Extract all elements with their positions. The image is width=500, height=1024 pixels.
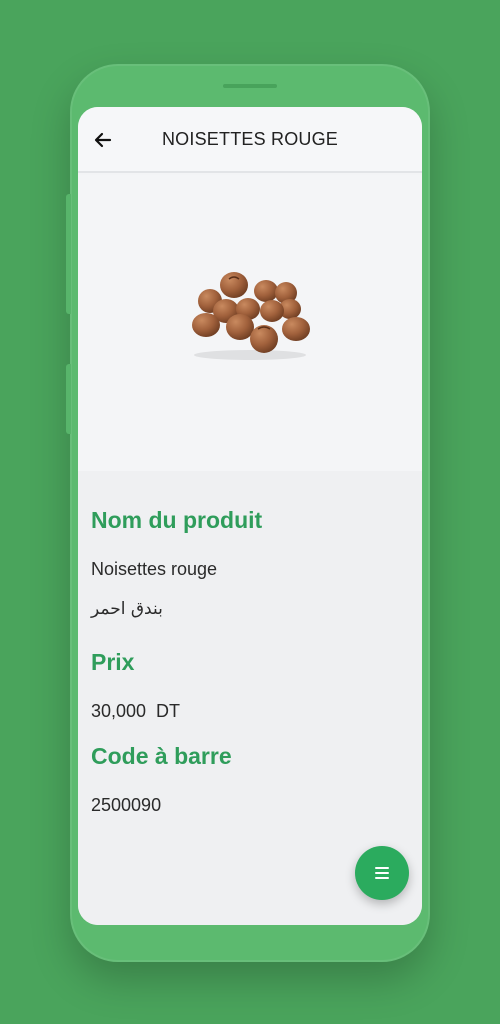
barcode-label: Code à barre — [91, 743, 232, 769]
product-name-ar: بندق احمر — [91, 599, 163, 619]
menu-icon — [375, 867, 389, 879]
phone-speaker — [223, 84, 277, 88]
price-label: Prix — [91, 649, 135, 675]
phone-frame: NOISETTES ROUGE Nom du produit Noisettes… — [66, 64, 430, 962]
app-screen: NOISETTES ROUGE Nom du produit Noisettes… — [78, 107, 422, 925]
back-button[interactable] — [90, 127, 116, 153]
hazelnuts-image — [192, 272, 310, 360]
menu-fab-button[interactable] — [355, 846, 409, 900]
product-name-fr: Noisettes rouge — [91, 559, 218, 579]
arrow-left-icon — [94, 132, 112, 148]
phone-side-button — [66, 194, 71, 314]
product-image-area — [78, 175, 422, 471]
price-value: 30,000 DT — [91, 701, 181, 721]
product-name-label: Nom du produit — [91, 507, 263, 533]
app-bar: NOISETTES ROUGE — [78, 107, 422, 173]
page-title: NOISETTES ROUGE — [161, 128, 339, 149]
phone-side-button — [66, 364, 71, 434]
barcode-value: 2500090 — [91, 795, 162, 815]
